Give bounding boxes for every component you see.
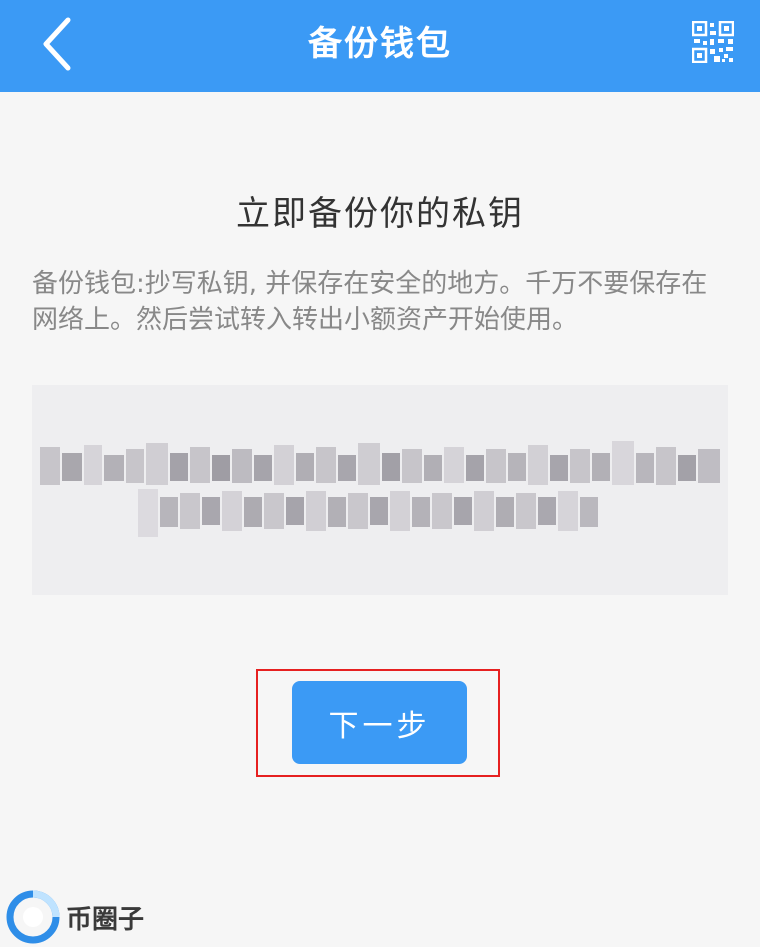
backup-heading: 立即备份你的私钥 (236, 194, 524, 234)
private-key-value (32, 385, 728, 595)
private-key-box (32, 385, 728, 595)
next-step-button[interactable]: 下一步 (292, 681, 467, 764)
qr-code-button[interactable] (688, 18, 738, 66)
watermark-logo-icon (6, 890, 60, 944)
qr-code-icon (692, 21, 734, 63)
backup-description: 备份钱包:抄写私钥, 并保存在安全的地方。千万不要保存在网络上。然后尝试转入转出… (32, 269, 708, 335)
watermark: 币圈子 (6, 889, 144, 945)
app-header: 备份钱包 (0, 0, 760, 92)
watermark-text: 币圈子 (66, 904, 145, 935)
page-title: 备份钱包 (308, 24, 452, 64)
